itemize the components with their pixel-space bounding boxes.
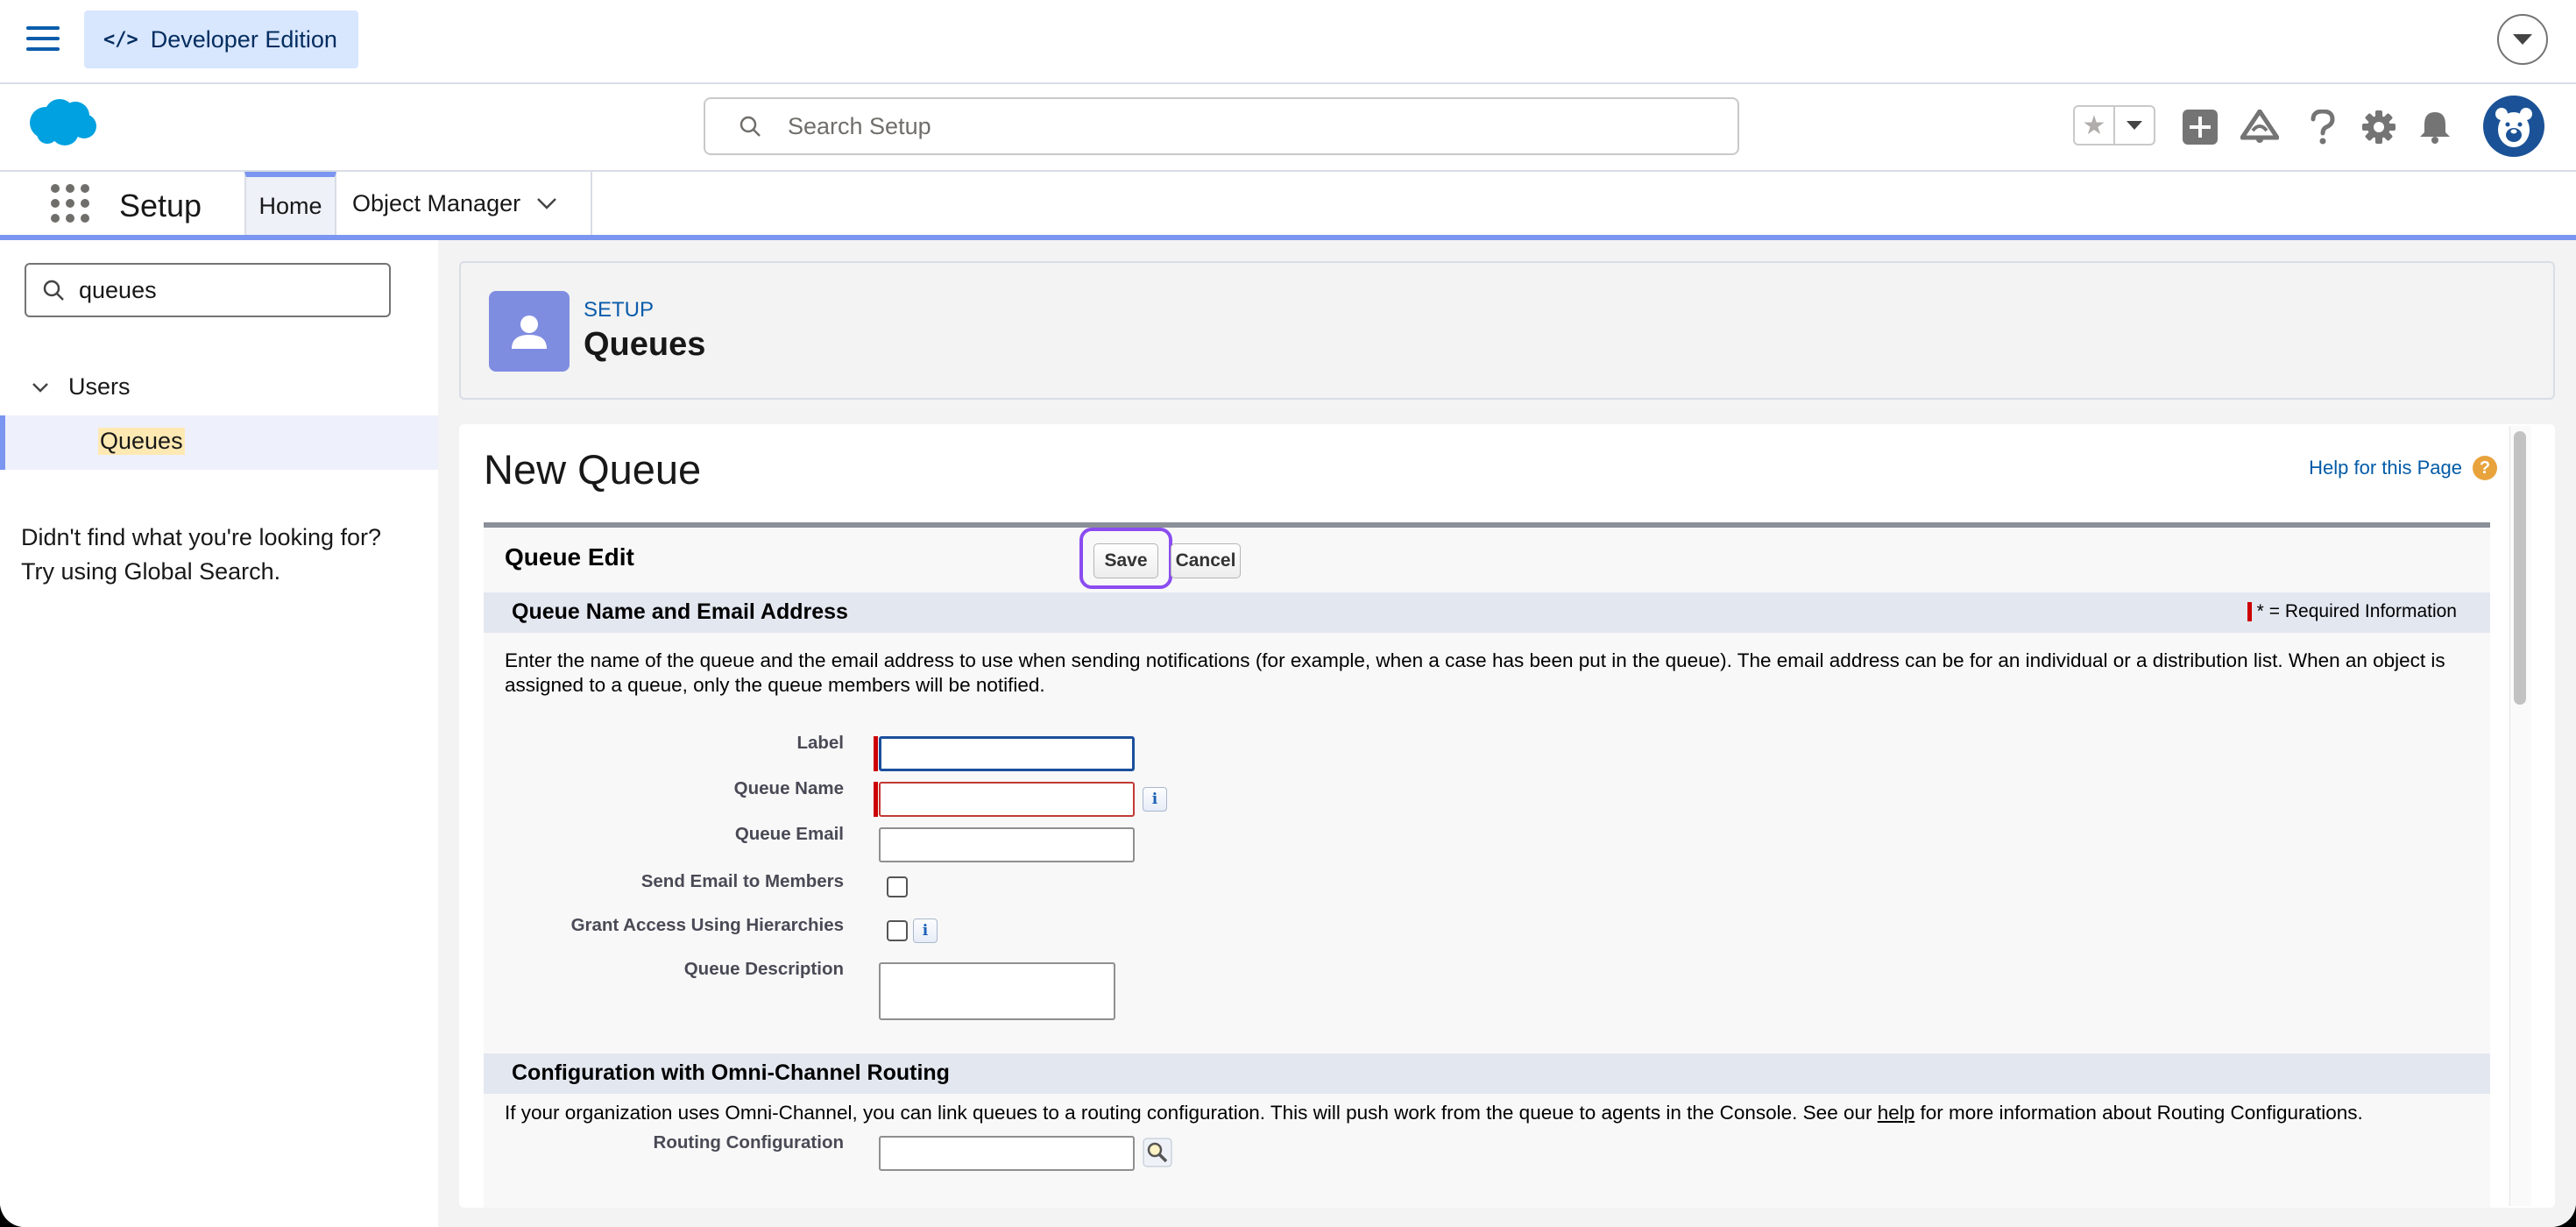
omni-desc-post: for more information about Routing Confi…: [1914, 1102, 2363, 1124]
form-page-title: New Queue: [484, 446, 702, 493]
help-link-label: Help for this Page: [2309, 457, 2462, 479]
required-marker: [874, 782, 878, 817]
section-queue-name-email: Queue Name and Email Address * = Required…: [484, 592, 2490, 633]
app-name: Setup: [119, 188, 202, 223]
global-top-bar: </> Developer Edition: [0, 0, 2576, 84]
section-omni-channel: Configuration with Omni-Channel Routing: [484, 1053, 2490, 1094]
queue-email-input[interactable]: [879, 827, 1135, 862]
tree-group-label: Users: [68, 373, 131, 400]
required-marker: [874, 736, 878, 771]
search-icon: [740, 116, 761, 137]
profile-dropdown-button[interactable]: [2497, 14, 2548, 65]
chevron-down-icon: [2513, 34, 2532, 45]
content-card: New Queue Help for this Page ? Queue Edi…: [459, 424, 2555, 1208]
queue-name-field-label: Queue Name: [733, 778, 844, 798]
notifications-button[interactable]: [2415, 107, 2455, 147]
setup-page-header: SETUP Queues: [459, 261, 2555, 400]
page-eyebrow: SETUP: [584, 298, 655, 322]
salesforce-logo[interactable]: [26, 96, 100, 153]
lookup-icon[interactable]: [1143, 1138, 1172, 1167]
star-icon[interactable]: ★: [2075, 107, 2115, 144]
chevron-down-icon[interactable]: [536, 196, 557, 210]
omni-desc-pre: If your organization uses Omni-Channel, …: [505, 1102, 1878, 1124]
section-title: Configuration with Omni-Channel Routing: [512, 1060, 950, 1085]
queue-edit-form: Queue Edit Save Cancel Queue Name and Em…: [484, 522, 2490, 1208]
user-icon: [489, 291, 570, 372]
help-icon: [2311, 110, 2335, 145]
routing-config-input[interactable]: [879, 1136, 1135, 1171]
info-icon[interactable]: i: [1143, 787, 1167, 812]
help-question-icon: ?: [2473, 456, 2497, 480]
setup-gear-button[interactable]: [2359, 107, 2399, 147]
search-placeholder: Search Setup: [788, 112, 931, 139]
menu-icon[interactable]: [26, 26, 60, 56]
queue-description-field-label: Queue Description: [683, 959, 844, 979]
content-scrollbar[interactable]: [2509, 426, 2531, 1206]
routing-config-field-label: Routing Configuration: [653, 1132, 844, 1153]
label-input[interactable]: [879, 736, 1135, 771]
section-title: Queue Name and Email Address: [512, 599, 848, 624]
plus-icon: [2183, 110, 2218, 145]
tab-home[interactable]: Home: [244, 172, 336, 235]
trailhead-icon: [2240, 110, 2279, 143]
save-button[interactable]: Save: [1093, 543, 1158, 578]
scrollbar-thumb[interactable]: [2514, 431, 2526, 705]
section-description: Enter the name of the queue and the emai…: [505, 649, 2445, 696]
grant-access-field-label: Grant Access Using Hierarchies: [570, 915, 844, 935]
required-legend: * = Required Information: [2247, 601, 2457, 622]
search-icon: [43, 280, 64, 301]
app-launcher-icon[interactable]: [51, 184, 89, 223]
global-header: Search Setup ★: [0, 84, 2576, 170]
favorites-group: ★: [2073, 105, 2155, 145]
bell-icon: [2420, 112, 2450, 144]
setup-sidebar: queues Users Queues Didn't find what you…: [0, 240, 438, 1227]
not-found-hint: Didn't find what you're looking for? Try…: [21, 521, 381, 589]
tab-object-manager[interactable]: Object Manager: [338, 172, 592, 235]
page-title: Queues: [584, 326, 706, 363]
queue-email-field-label: Queue Email: [734, 824, 844, 844]
developer-edition-badge[interactable]: </> Developer Edition: [84, 11, 358, 68]
queue-description-textarea[interactable]: [879, 962, 1115, 1020]
tab-object-manager-label: Object Manager: [352, 189, 521, 216]
form-header: Queue Edit Save Cancel: [484, 528, 2490, 589]
help-for-page-link[interactable]: Help for this Page ?: [2309, 456, 2497, 480]
trailhead-button[interactable]: [2240, 107, 2280, 147]
not-found-line-2: Try using Global Search.: [21, 558, 281, 585]
code-icon: </>: [103, 28, 138, 51]
tab-home-label: Home: [258, 192, 322, 219]
required-legend-text: = Required Information: [2268, 601, 2457, 621]
app-navigation-bar: Setup Home Object Manager: [0, 170, 2576, 235]
gear-icon: [2362, 110, 2396, 144]
info-icon[interactable]: i: [913, 918, 938, 943]
app-window: </> Developer Edition Search Setup ★ Set…: [0, 0, 2576, 1227]
sidebar-item-label: Queues: [98, 428, 185, 455]
section-omni-description: If your organization uses Omni-Channel, …: [505, 1101, 2467, 1125]
required-marker: [2247, 602, 2252, 621]
tree-group-users[interactable]: Users: [32, 373, 131, 401]
bear-avatar-icon: [2495, 108, 2532, 147]
help-button[interactable]: [2303, 107, 2343, 147]
queue-name-input[interactable]: [879, 782, 1135, 817]
global-actions-button[interactable]: [2180, 107, 2220, 147]
send-email-field-label: Send Email to Members: [640, 871, 844, 891]
form-title: Queue Edit: [505, 543, 634, 571]
send-email-checkbox[interactable]: [887, 876, 908, 897]
quick-find-input[interactable]: queues: [25, 263, 391, 317]
label-field-label: Label: [796, 733, 844, 753]
favorites-dropdown-button[interactable]: [2115, 107, 2154, 144]
chevron-down-icon: [2127, 121, 2142, 130]
quick-find-value: queues: [79, 276, 157, 303]
help-link[interactable]: help: [1878, 1102, 1915, 1124]
cancel-button[interactable]: Cancel: [1171, 543, 1241, 578]
grant-access-checkbox[interactable]: [887, 920, 908, 941]
search-setup-input[interactable]: Search Setup: [704, 97, 1739, 155]
edition-label: Developer Edition: [150, 25, 337, 53]
sidebar-item-queues[interactable]: Queues: [0, 415, 438, 470]
user-avatar[interactable]: [2483, 96, 2544, 157]
not-found-line-1: Didn't find what you're looking for?: [21, 524, 382, 550]
chevron-down-icon: [32, 382, 48, 393]
